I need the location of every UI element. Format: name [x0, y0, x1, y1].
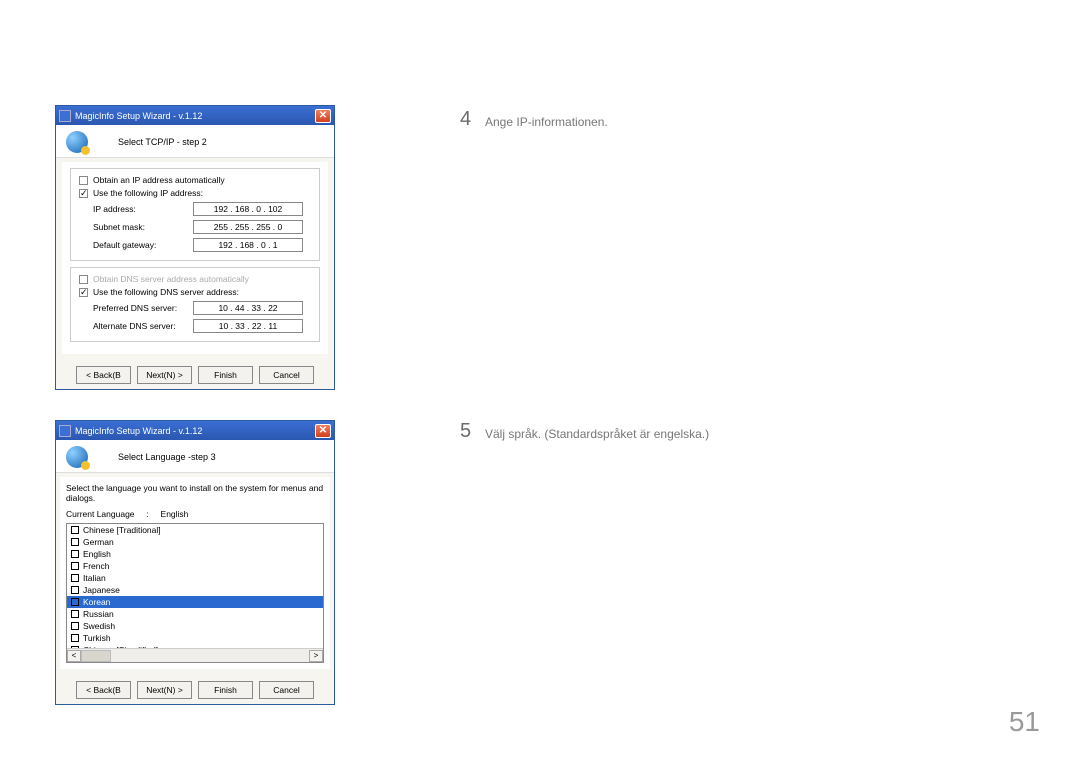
language-item-label: Chinese [Traditional] [83, 525, 161, 535]
checkbox-icon [71, 586, 79, 594]
next-button[interactable]: Next(N) > [137, 366, 192, 384]
subnet-mask-input[interactable]: 255 . 255 . 255 . 0 [193, 220, 303, 234]
app-icon [59, 425, 71, 437]
scroll-right-button[interactable]: > [309, 650, 323, 662]
next-button[interactable]: Next(N) > [137, 681, 192, 699]
obtain-dns-auto-label: Obtain DNS server address automatically [93, 274, 249, 284]
step-5-text: Välj språk. (Standardspråket är engelska… [485, 427, 709, 441]
language-item[interactable]: Swedish [67, 620, 323, 632]
checkbox-icon [71, 550, 79, 558]
use-following-dns-label: Use the following DNS server address: [93, 287, 239, 297]
default-gateway-label: Default gateway: [93, 240, 193, 250]
checkbox-icon [79, 275, 88, 284]
step-4-number: 4 [460, 108, 471, 131]
language-item[interactable]: German [67, 536, 323, 548]
language-item-label: Russian [83, 609, 114, 619]
language-item-label: Turkish [83, 633, 111, 643]
wizard-tcpip: MagicInfo Setup Wizard - v.1.12 ✕ Select… [55, 105, 335, 390]
use-following-ip-label: Use the following IP address: [93, 188, 203, 198]
alternate-dns-input[interactable]: 10 . 33 . 22 . 11 [193, 319, 303, 333]
obtain-ip-auto-label: Obtain an IP address automatically [93, 175, 225, 185]
wizard-body: Select the language you want to install … [60, 477, 330, 669]
back-button[interactable]: < Back(B [76, 366, 131, 384]
ip-group: Obtain an IP address automatically Use t… [70, 168, 320, 261]
obtain-dns-auto-radio: Obtain DNS server address automatically [79, 274, 311, 284]
titlebar: MagicInfo Setup Wizard - v.1.12 ✕ [56, 421, 334, 440]
step-4-text: Ange IP-informationen. [485, 115, 608, 129]
finish-button[interactable]: Finish [198, 366, 253, 384]
use-following-dns-radio[interactable]: Use the following DNS server address: [79, 287, 311, 297]
preferred-dns-input[interactable]: 10 . 44 . 33 . 22 [193, 301, 303, 315]
checkbox-checked-icon [79, 288, 88, 297]
scroll-track[interactable] [81, 650, 309, 662]
scroll-thumb[interactable] [81, 650, 111, 662]
checkbox-icon [71, 622, 79, 630]
cancel-button[interactable]: Cancel [259, 366, 314, 384]
checkbox-icon [71, 526, 79, 534]
checkbox-icon [71, 574, 79, 582]
current-language-label: Current Language [66, 509, 135, 519]
language-item[interactable]: Chinese [Traditional] [67, 524, 323, 536]
language-item-label: French [83, 561, 109, 571]
checkbox-icon [71, 562, 79, 570]
ip-address-label: IP address: [93, 204, 193, 214]
language-item[interactable]: Russian [67, 608, 323, 620]
cancel-button[interactable]: Cancel [259, 681, 314, 699]
language-item-label: English [83, 549, 111, 559]
checkbox-icon [79, 176, 88, 185]
language-item[interactable]: Italian [67, 572, 323, 584]
horizontal-scrollbar[interactable]: < > [67, 648, 323, 662]
language-item-label: Swedish [83, 621, 115, 631]
wizard-body: Obtain an IP address automatically Use t… [62, 162, 328, 354]
alternate-dns-label: Alternate DNS server: [93, 321, 193, 331]
window-title: MagicInfo Setup Wizard - v.1.12 [75, 111, 315, 121]
language-item[interactable]: English [67, 548, 323, 560]
globe-icon [66, 446, 88, 468]
language-item[interactable]: Korean [67, 596, 323, 608]
globe-icon [66, 131, 88, 153]
language-item[interactable]: Turkish [67, 632, 323, 644]
subnet-mask-label: Subnet mask: [93, 222, 193, 232]
wizard-header: Select TCP/IP - step 2 [56, 125, 334, 158]
language-item[interactable]: French [67, 560, 323, 572]
dns-group: Obtain DNS server address automatically … [70, 267, 320, 342]
current-language-sep: : [146, 509, 148, 519]
checkbox-icon [71, 634, 79, 642]
preferred-dns-label: Preferred DNS server: [93, 303, 193, 313]
wizard-header: Select Language -step 3 [56, 440, 334, 473]
current-language-row: Current Language : English [66, 509, 324, 519]
checkbox-checked-icon [79, 189, 88, 198]
step-header: Select TCP/IP - step 2 [118, 137, 207, 147]
use-following-ip-radio[interactable]: Use the following IP address: [79, 188, 311, 198]
language-item-label: Japanese [83, 585, 120, 595]
ip-address-input[interactable]: 192 . 168 . 0 . 102 [193, 202, 303, 216]
close-button[interactable]: ✕ [315, 424, 331, 438]
default-gateway-input[interactable]: 192 . 168 . 0 . 1 [193, 238, 303, 252]
button-row: < Back(B Next(N) > Finish Cancel [56, 358, 334, 394]
button-row: < Back(B Next(N) > Finish Cancel [56, 673, 334, 709]
current-language-value: English [161, 509, 189, 519]
checkbox-icon [71, 610, 79, 618]
obtain-ip-auto-radio[interactable]: Obtain an IP address automatically [79, 175, 311, 185]
language-item-label: German [83, 537, 114, 547]
language-item-label: Italian [83, 573, 106, 583]
language-item-label: Korean [83, 597, 110, 607]
step-5-number: 5 [460, 420, 471, 443]
back-button[interactable]: < Back(B [76, 681, 131, 699]
finish-button[interactable]: Finish [198, 681, 253, 699]
language-item[interactable]: Japanese [67, 584, 323, 596]
scroll-left-button[interactable]: < [67, 650, 81, 662]
checkbox-icon [71, 538, 79, 546]
step-header: Select Language -step 3 [118, 452, 216, 462]
window-title: MagicInfo Setup Wizard - v.1.12 [75, 426, 315, 436]
checkbox-icon [71, 598, 79, 606]
language-listbox[interactable]: Chinese [Traditional] German English French… [66, 523, 324, 663]
app-icon [59, 110, 71, 122]
titlebar: MagicInfo Setup Wizard - v.1.12 ✕ [56, 106, 334, 125]
language-description: Select the language you want to install … [66, 483, 324, 503]
wizard-language: MagicInfo Setup Wizard - v.1.12 ✕ Select… [55, 420, 335, 705]
close-button[interactable]: ✕ [315, 109, 331, 123]
page-number: 51 [1009, 706, 1040, 738]
